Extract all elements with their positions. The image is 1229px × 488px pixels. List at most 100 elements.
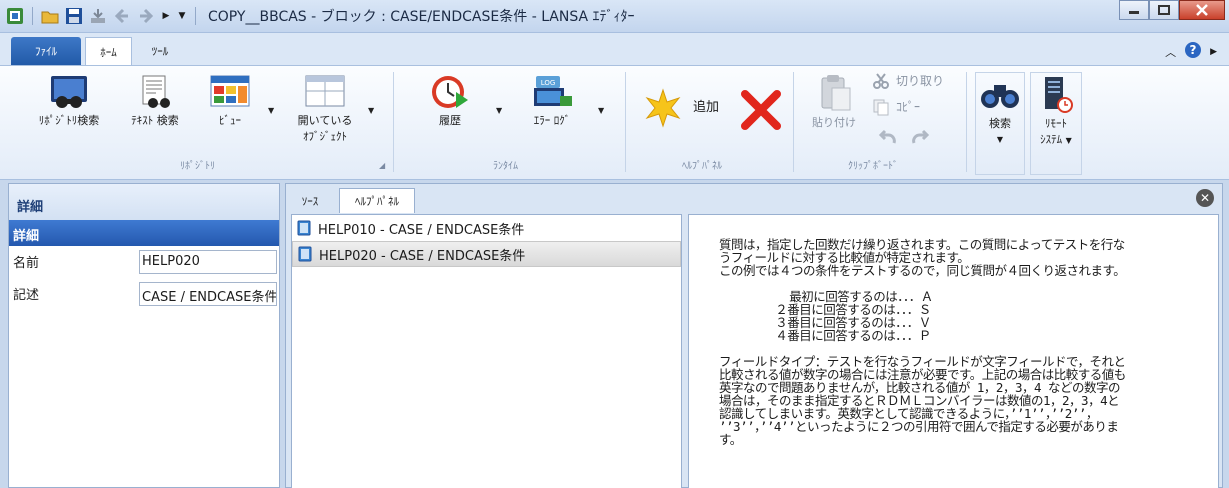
list-item-label: HELP010 - CASE / ENDCASE条件 <box>318 222 525 238</box>
back-arrow-icon[interactable] <box>113 7 131 25</box>
forward-arrow-icon[interactable] <box>137 7 155 25</box>
cut-button[interactable]: 切り取り <box>872 72 944 90</box>
view-layout-icon <box>210 75 250 107</box>
title-bar: ▶ ▼ COPY__BBCAS - ブロック : CASE/ENDCASE条件 … <box>0 0 1229 33</box>
view-dropdown-icon[interactable]: ▼ <box>268 106 274 115</box>
repository-search-button[interactable]: ﾘﾎﾟｼﾞﾄﾘ検索 <box>28 74 110 128</box>
list-item[interactable]: HELP010 - CASE / ENDCASE条件 <box>292 215 681 241</box>
tab-home[interactable]: ﾎｰﾑ <box>85 37 132 65</box>
search-binoculars-icon <box>981 85 1019 108</box>
error-log-dropdown-icon[interactable]: ▼ <box>598 106 604 115</box>
paste-clipboard-icon <box>821 75 851 111</box>
add-label: 追加 <box>693 100 720 115</box>
remote-label-2-wrap: ｼｽﾃﾑ ▼ <box>1040 133 1072 148</box>
window-title: COPY__BBCAS - ブロック : CASE/ENDCASE条件 - LA… <box>208 9 635 25</box>
paste-button[interactable]: 貼り付け <box>805 74 863 130</box>
add-button[interactable]: 追加 <box>643 88 731 128</box>
name-field[interactable]: HELP020 <box>139 250 277 274</box>
open-objects-label-1: 開いている <box>297 114 353 127</box>
tab-source[interactable]: ｿｰｽ <box>286 188 334 213</box>
tab-tools[interactable]: ﾂｰﾙ <box>138 37 182 65</box>
remote-label-2: ｼｽﾃﾑ <box>1040 133 1063 146</box>
more-arrow-icon[interactable]: ▶ <box>161 7 171 25</box>
description-label: 記述 <box>13 288 40 303</box>
dialog-launcher-icon[interactable]: ◢ <box>379 161 385 170</box>
description-row: 記述 CASE / ENDCASE条件 <box>9 278 279 310</box>
customize-dropdown-icon[interactable]: ▼ <box>177 7 187 25</box>
error-log-button[interactable]: LOG ｴﾗｰ ﾛｸﾞ <box>520 74 584 128</box>
paste-label: 貼り付け <box>812 116 856 129</box>
history-dropdown-icon[interactable]: ▼ <box>496 106 502 115</box>
delete-x-icon <box>741 90 781 130</box>
help-book-icon <box>298 246 312 262</box>
view-label: ﾋﾞｭｰ <box>219 114 241 127</box>
text-search-icon <box>142 75 170 108</box>
search-label: 検索 <box>989 117 1011 130</box>
ribbon: ﾘﾎﾟｼﾞﾄﾘ検索 ﾃｷｽﾄ 検索 ﾋﾞｭｰ ▼ 開いている ｵﾌﾞｼﾞｪｸﾄ … <box>0 65 1229 180</box>
window-controls <box>1119 0 1225 20</box>
undo-icon[interactable] <box>878 129 900 150</box>
ribbon-tab-row: ﾌｧｲﾙ ﾎｰﾑ ﾂｰﾙ ︿ ? ▶ <box>0 33 1229 65</box>
text-search-button[interactable]: ﾃｷｽﾄ 検索 <box>123 74 187 128</box>
list-item-label: HELP020 - CASE / ENDCASE条件 <box>319 248 526 264</box>
cut-label: 切り取り <box>896 74 945 88</box>
open-objects-label-2: ｵﾌﾞｼﾞｪｸﾄ <box>303 130 347 143</box>
remote-label-1: ﾘﾓｰﾄ <box>1045 117 1067 130</box>
maximize-button[interactable] <box>1149 0 1179 20</box>
delete-button[interactable] <box>738 88 784 132</box>
help-icon[interactable]: ? <box>1184 41 1202 62</box>
svg-text:LOG: LOG <box>541 79 556 87</box>
history-button[interactable]: 履歴 <box>425 74 475 128</box>
details-panel: 詳細 詳細 名前 HELP020 記述 CASE / ENDCASE条件 <box>8 183 280 488</box>
close-panel-button[interactable]: ✕ <box>1196 189 1214 207</box>
help-text-preview: 質問は，指定した回数だけ繰り返されます。この質問によってテストを行な うフィール… <box>688 214 1219 488</box>
app-icon[interactable] <box>6 7 24 25</box>
expand-arrow-icon[interactable]: ▶ <box>1210 47 1217 57</box>
name-label: 名前 <box>13 256 40 271</box>
remote-dropdown-icon[interactable]: ▼ <box>1066 136 1072 145</box>
add-star-icon <box>645 88 681 128</box>
close-button[interactable] <box>1179 0 1225 20</box>
history-label: 履歴 <box>439 114 461 127</box>
repository-search-icon <box>51 76 87 108</box>
text-search-label: ﾃｷｽﾄ 検索 <box>131 114 179 127</box>
group-label-repository: ﾘﾎﾟｼﾞﾄﾘ <box>180 161 215 172</box>
redo-icon[interactable] <box>908 129 930 150</box>
copy-icon <box>873 99 889 116</box>
error-log-label: ｴﾗｰ ﾛｸﾞ <box>533 114 571 127</box>
description-field[interactable]: CASE / ENDCASE条件 <box>139 282 277 306</box>
editor-content-area: ｿｰｽ ﾍﾙﾌﾟﾊﾟﾈﾙ ✕ HELP010 - CASE / ENDCASE条… <box>285 183 1223 488</box>
open-objects-dropdown-icon[interactable]: ▼ <box>368 106 374 115</box>
tab-help-panel[interactable]: ﾍﾙﾌﾟﾊﾟﾈﾙ <box>339 188 415 213</box>
error-log-icon: LOG <box>534 76 572 106</box>
group-label-clipboard: ｸﾘｯﾌﾟﾎﾞｰﾄﾞ <box>848 161 898 172</box>
search-button[interactable]: 検索 ▼ <box>975 72 1025 175</box>
search-dropdown-icon[interactable]: ▼ <box>997 135 1003 144</box>
tab-file[interactable]: ﾌｧｲﾙ <box>11 37 81 65</box>
open-folder-icon[interactable] <box>41 7 59 25</box>
repository-search-label: ﾘﾎﾟｼﾞﾄﾘ検索 <box>38 114 100 127</box>
remote-system-button[interactable]: ﾘﾓｰﾄ ｼｽﾃﾑ ▼ <box>1030 72 1082 175</box>
open-objects-button[interactable]: 開いている ｵﾌﾞｼﾞｪｸﾄ <box>285 74 365 144</box>
name-row: 名前 HELP020 <box>9 246 279 278</box>
details-panel-header: 詳細 <box>9 184 279 220</box>
group-label-helppanel: ﾍﾙﾌﾟﾊﾟﾈﾙ <box>682 161 722 172</box>
minimize-button[interactable] <box>1119 0 1149 20</box>
copy-label: ｺﾋﾟｰ <box>896 100 921 114</box>
help-book-icon <box>297 220 311 236</box>
view-button[interactable]: ﾋﾞｭｰ <box>205 74 255 128</box>
collapse-ribbon-icon[interactable]: ︿ <box>1165 44 1176 60</box>
save-icon[interactable] <box>65 7 83 25</box>
open-objects-icon <box>305 75 345 107</box>
help-item-list: HELP010 - CASE / ENDCASE条件 HELP020 - CAS… <box>291 214 682 488</box>
copy-button[interactable]: ｺﾋﾟｰ <box>872 98 920 116</box>
list-item-selected[interactable]: HELP020 - CASE / ENDCASE条件 <box>292 241 681 267</box>
remote-system-icon <box>1045 77 1073 113</box>
quick-access-toolbar: ▶ ▼ <box>0 0 198 33</box>
cut-scissors-icon <box>873 73 889 89</box>
svg-text:?: ? <box>1190 43 1197 57</box>
ribbon-right-controls: ︿ ? ▶ <box>1165 41 1217 62</box>
history-clock-icon <box>432 76 468 108</box>
download-icon[interactable] <box>89 7 107 25</box>
details-section-header[interactable]: 詳細 <box>9 220 279 246</box>
